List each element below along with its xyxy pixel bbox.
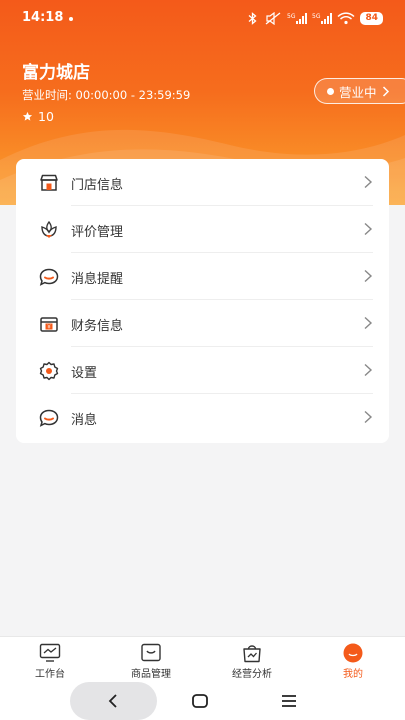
svg-text:5G: 5G <box>312 13 321 20</box>
tab-product-management[interactable]: 商品管理 <box>101 637 201 683</box>
tab-mine[interactable]: 我的 <box>303 637 403 683</box>
wifi-icon <box>337 11 355 24</box>
profile-icon <box>343 643 363 663</box>
svg-text:5G: 5G <box>287 13 296 20</box>
menu-item-settings[interactable]: 设置 <box>16 347 389 394</box>
notification-dot-icon <box>69 17 73 21</box>
status-bar: 14:18 5G 5G 84 <box>0 0 405 36</box>
signal-5g-icon: 5G <box>312 12 333 24</box>
bottom-tab-bar: 工作台 商品管理 经营分析 我的 <box>0 636 405 682</box>
chat-icon <box>39 268 59 286</box>
menu-item-label: 门店信息 <box>71 178 124 193</box>
chat-icon <box>39 409 59 427</box>
gear-icon <box>39 361 59 381</box>
svg-text:¥: ¥ <box>47 325 51 331</box>
home-square-icon <box>192 694 208 708</box>
menu-item-label: 设置 <box>71 366 98 381</box>
chevron-right-icon <box>364 410 373 424</box>
tab-business-analysis[interactable]: 经营分析 <box>202 637 302 683</box>
tab-label: 商品管理 <box>131 669 171 680</box>
chevron-right-icon <box>364 316 373 330</box>
home-button[interactable] <box>190 692 210 710</box>
business-status-label: 营业中 <box>339 84 377 100</box>
tab-label: 我的 <box>343 669 363 680</box>
chevron-right-icon <box>382 85 389 97</box>
business-hours: 营业时间: 00:00:00 - 23:59:59 <box>22 88 191 102</box>
menu-card: 门店信息 评价管理 消息提醒 ¥ 财务信息 设置 消息 <box>16 159 389 443</box>
back-arrow-icon <box>108 694 117 708</box>
bag-icon <box>243 645 261 663</box>
status-dot-icon <box>327 87 334 95</box>
signal-5g-icon: 5G <box>287 12 308 24</box>
system-nav-bar <box>0 682 405 720</box>
status-icons: 5G 5G 84 <box>246 9 383 27</box>
finance-icon: ¥ <box>40 317 58 332</box>
chevron-right-icon <box>364 222 373 236</box>
menu-item-label: 消息提醒 <box>71 272 124 287</box>
menu-item-finance-info[interactable]: ¥ 财务信息 <box>16 300 389 347</box>
menu-lines-icon <box>282 695 296 707</box>
mute-icon <box>266 11 281 25</box>
menu-item-messages[interactable]: 消息 <box>16 394 389 441</box>
bluetooth-icon <box>249 11 257 25</box>
back-button[interactable] <box>70 682 157 720</box>
menu-item-review-management[interactable]: 评价管理 <box>16 206 389 253</box>
menu-item-store-info[interactable]: 门店信息 <box>16 159 389 206</box>
status-time: 14:18 <box>22 10 64 25</box>
star-icon <box>22 111 33 121</box>
menu-item-label: 财务信息 <box>71 319 124 334</box>
menu-item-label: 评价管理 <box>71 225 124 240</box>
review-icon <box>41 220 57 238</box>
chevron-right-icon <box>364 363 373 377</box>
product-icon <box>141 643 161 662</box>
monitor-icon <box>39 643 61 662</box>
store-name: 富力城店 <box>22 63 90 83</box>
rating-value: 10 <box>38 109 54 124</box>
store-rating: 10 <box>22 109 54 124</box>
menu-item-label: 消息 <box>71 413 98 428</box>
battery-icon: 84 <box>360 11 383 25</box>
chevron-right-icon <box>364 175 373 189</box>
tab-label: 工作台 <box>35 669 65 680</box>
store-icon <box>40 174 58 191</box>
chevron-right-icon <box>364 269 373 283</box>
menu-item-message-reminder[interactable]: 消息提醒 <box>16 253 389 300</box>
business-status-button[interactable]: 营业中 <box>314 78 405 104</box>
tab-label: 经营分析 <box>232 669 272 680</box>
tab-workbench[interactable]: 工作台 <box>0 637 100 683</box>
recents-button[interactable] <box>279 692 299 710</box>
